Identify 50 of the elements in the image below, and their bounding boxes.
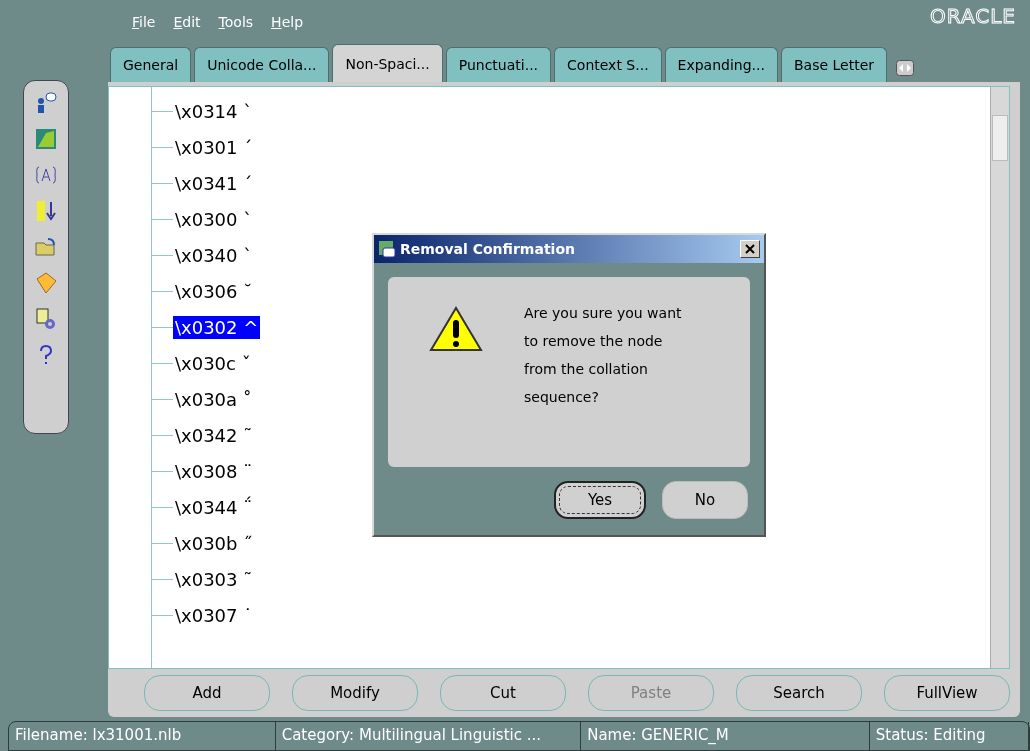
menu-item[interactable]: Tools bbox=[218, 14, 254, 30]
close-icon[interactable] bbox=[745, 243, 755, 254]
action-button[interactable]: Add bbox=[144, 675, 270, 711]
tree-node[interactable]: \x0303 ˜ bbox=[173, 567, 255, 591]
tab[interactable]: Expanding... bbox=[664, 47, 778, 82]
tree-node[interactable]: \x0342 ˜ bbox=[173, 423, 255, 447]
dialog-title: Removal Confirmation bbox=[400, 241, 575, 257]
brand-logo: ORACLE bbox=[930, 4, 1016, 28]
menu-item[interactable]: Help bbox=[271, 14, 303, 30]
document-gear-icon[interactable] bbox=[34, 307, 58, 331]
action-button[interactable]: Search bbox=[736, 675, 862, 711]
tree-node[interactable]: \x0314 ` bbox=[173, 99, 255, 123]
dialog-message: Are you sure you want to remove the node from the collation sequence? bbox=[524, 304, 683, 407]
action-button[interactable]: FullView bbox=[884, 675, 1010, 711]
tab[interactable]: Punctuati... bbox=[445, 47, 552, 82]
status-cell: Name: GENERIC_M bbox=[581, 722, 870, 750]
window-icon bbox=[378, 240, 396, 258]
warning-icon bbox=[428, 305, 484, 353]
tree-node[interactable]: \x0308 ¨ bbox=[173, 459, 255, 483]
tree-node[interactable]: \x0302 ^ bbox=[173, 315, 261, 339]
tab[interactable]: Unicode Colla... bbox=[194, 47, 330, 82]
status-cell: Status: Editing bbox=[869, 722, 1029, 750]
open-folder-icon[interactable] bbox=[34, 235, 58, 259]
tree-node[interactable]: \x0341 ´ bbox=[173, 171, 255, 195]
tree-node[interactable]: \x0300 ` bbox=[173, 207, 255, 231]
map-icon[interactable] bbox=[34, 127, 58, 151]
tree-node[interactable]: \x030a ˚ bbox=[173, 387, 254, 411]
tab[interactable]: General bbox=[110, 47, 192, 82]
action-button[interactable]: Modify bbox=[292, 675, 418, 711]
tree-node[interactable]: \x0301 ´ bbox=[173, 135, 255, 159]
tree-node[interactable]: \x0344 ΅ bbox=[173, 495, 255, 519]
menu-item[interactable]: File bbox=[132, 14, 156, 30]
tab[interactable]: Context S... bbox=[554, 47, 662, 82]
tree-node[interactable]: \x0307 ˙ bbox=[173, 603, 255, 627]
tree-node[interactable]: \x0306 ˘ bbox=[173, 279, 255, 303]
action-button[interactable]: Cut bbox=[440, 675, 566, 711]
status-cell: Category: Multilingual Linguistic ... bbox=[275, 722, 582, 750]
status-cell: Filename: lx31001.nlb bbox=[9, 722, 276, 750]
scroll-arrows-icon[interactable] bbox=[896, 60, 914, 76]
tab[interactable]: Non-Spaci... bbox=[332, 44, 443, 82]
tree-node[interactable]: \x030c ˇ bbox=[173, 351, 253, 375]
dialog-button[interactable]: Yes bbox=[554, 481, 646, 519]
dialog-button[interactable]: No bbox=[662, 481, 748, 519]
tab[interactable]: Base Letter bbox=[780, 47, 887, 82]
menu-item[interactable]: Edit bbox=[173, 14, 201, 30]
tree-node[interactable]: \x030b ˝ bbox=[173, 531, 255, 555]
sort-icon[interactable] bbox=[34, 199, 58, 223]
scrollbar[interactable] bbox=[990, 87, 1009, 668]
tree-node[interactable]: \x0340 ` bbox=[173, 243, 255, 267]
close-button[interactable] bbox=[740, 240, 760, 258]
